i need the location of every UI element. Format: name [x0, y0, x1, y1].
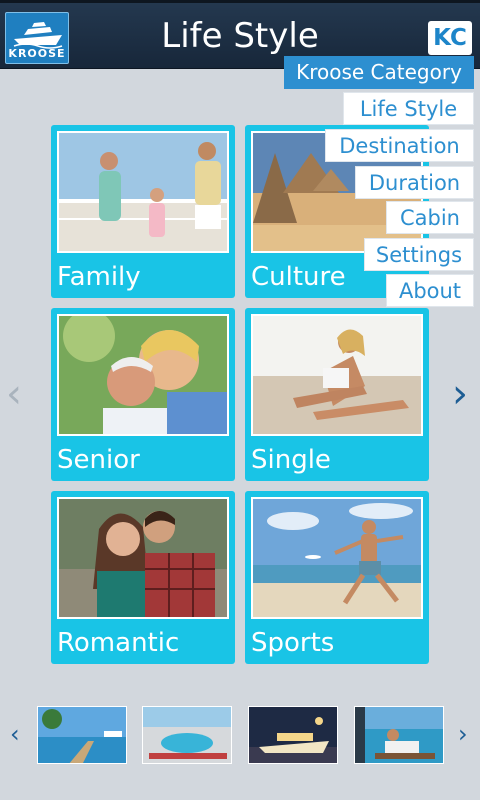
- menu-item-duration[interactable]: Duration: [355, 166, 474, 199]
- single-photo: [251, 314, 423, 436]
- category-card-senior[interactable]: Senior: [51, 308, 235, 481]
- thumbnail-pier[interactable]: [37, 706, 127, 764]
- menu-item-destination[interactable]: Destination: [325, 129, 474, 162]
- category-card-single[interactable]: Single: [245, 308, 429, 481]
- menu-item-settings[interactable]: Settings: [364, 238, 474, 271]
- menu-item-life-style[interactable]: Life Style: [343, 92, 474, 125]
- chevron-right-icon[interactable]: ›: [452, 374, 468, 414]
- menu-item-cabin[interactable]: Cabin: [386, 201, 474, 234]
- category-card-family[interactable]: Family: [51, 125, 235, 298]
- category-label-culture: Culture: [251, 262, 346, 292]
- category-card-romantic[interactable]: Romantic: [51, 491, 235, 664]
- menu-heading: Kroose Category: [284, 56, 474, 89]
- chevron-left-icon[interactable]: ‹: [6, 374, 22, 414]
- kc-button[interactable]: KC: [428, 21, 472, 55]
- strip-chevron-left-icon[interactable]: ‹: [10, 722, 20, 746]
- thumbnail-lounge[interactable]: [354, 706, 444, 764]
- category-label-sports: Sports: [251, 628, 335, 658]
- thumbnail-night-ship[interactable]: [248, 706, 338, 764]
- category-label-single: Single: [251, 445, 331, 475]
- page-title: Life Style: [161, 16, 319, 56]
- senior-photo: [57, 314, 229, 436]
- category-label-family: Family: [57, 262, 141, 292]
- sports-photo: [251, 497, 423, 619]
- strip-chevron-right-icon[interactable]: ›: [458, 722, 468, 746]
- family-photo: [57, 131, 229, 253]
- category-label-romantic: Romantic: [57, 628, 180, 658]
- romantic-photo: [57, 497, 229, 619]
- menu-item-about[interactable]: About: [386, 274, 474, 307]
- category-label-senior: Senior: [57, 445, 140, 475]
- thumbnail-pool-deck[interactable]: [142, 706, 232, 764]
- category-card-sports[interactable]: Sports: [245, 491, 429, 664]
